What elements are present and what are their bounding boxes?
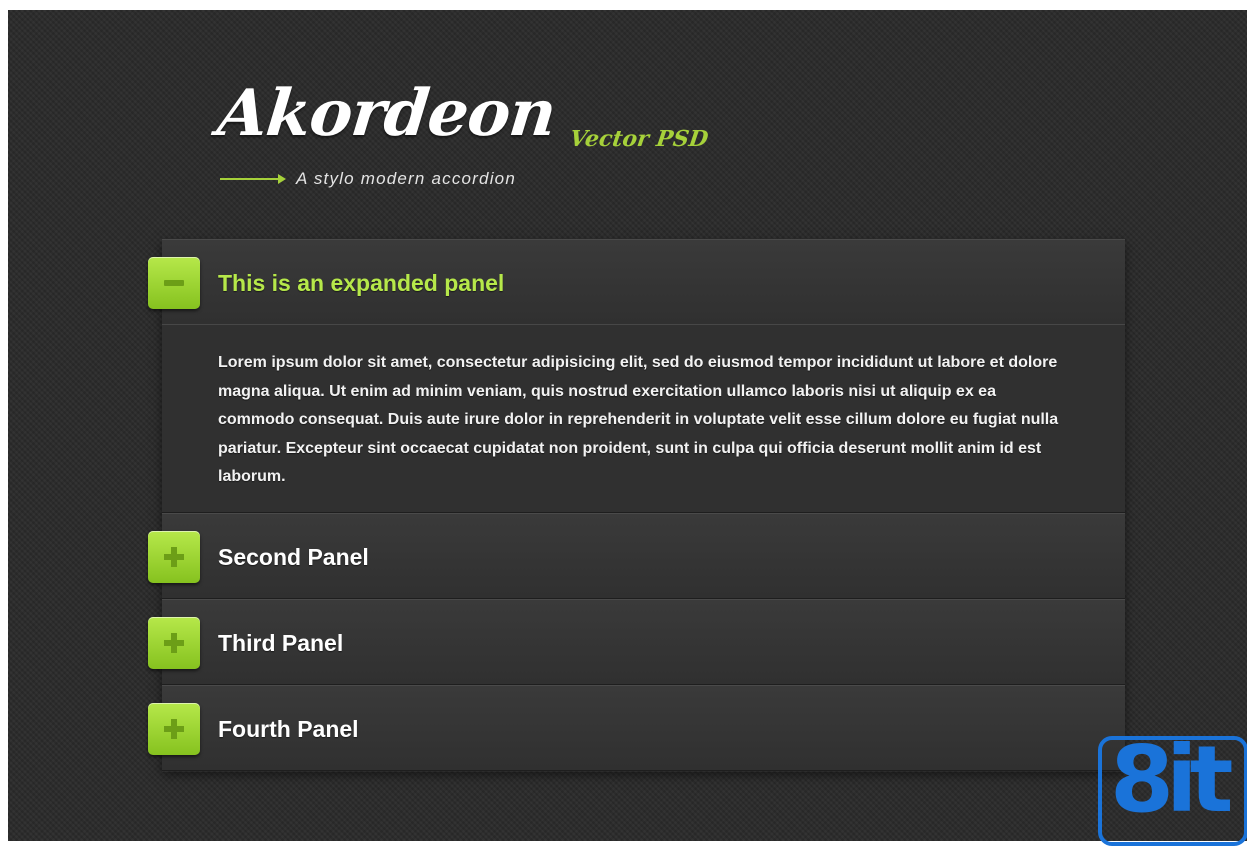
logo-title: Akordeon <box>214 76 560 151</box>
tagline: A stylo modern accordion <box>220 169 516 189</box>
panel-header-1[interactable]: This is an expanded panel <box>148 239 1125 325</box>
logo-badge: Vector PSD <box>568 126 710 152</box>
panel-header-3[interactable]: Third Panel <box>148 599 1125 685</box>
plus-glyph-v <box>171 633 177 653</box>
plus-glyph-v <box>171 719 177 739</box>
panel-title-4: Fourth Panel <box>218 716 359 742</box>
accordion-panel-3: Third Panel <box>148 599 1125 685</box>
accordion-panel-2: Second Panel <box>148 513 1125 599</box>
plus-icon[interactable] <box>148 617 200 669</box>
plus-icon[interactable] <box>148 703 200 755</box>
tagline-text: A stylo modern accordion <box>296 169 516 188</box>
accordion: This is an expanded panel Lorem ipsum do… <box>148 239 1125 771</box>
minus-icon[interactable] <box>148 257 200 309</box>
plus-glyph-v <box>171 547 177 567</box>
panel-body-text: Lorem ipsum dolor sit amet, consectetur … <box>218 354 1059 485</box>
page-canvas: Akordeon Vector PSD A stylo modern accor… <box>8 10 1247 841</box>
accordion-panel-1: This is an expanded panel Lorem ipsum do… <box>148 239 1125 513</box>
accordion-panel-4: Fourth Panel <box>148 685 1125 771</box>
watermark-text: 8it <box>1110 736 1233 833</box>
panel-header-4[interactable]: Fourth Panel <box>148 685 1125 771</box>
panel-title-1: This is an expanded panel <box>218 270 505 296</box>
panel-title-3: Third Panel <box>218 630 344 656</box>
plus-icon[interactable] <box>148 531 200 583</box>
panel-body-1: Lorem ipsum dolor sit amet, consectetur … <box>162 325 1125 513</box>
panel-header-2[interactable]: Second Panel <box>148 513 1125 599</box>
panel-title-2: Second Panel <box>218 544 369 570</box>
arrow-right-icon <box>220 174 286 184</box>
minus-glyph <box>164 280 184 286</box>
watermark-logo: 8it <box>1098 736 1247 846</box>
